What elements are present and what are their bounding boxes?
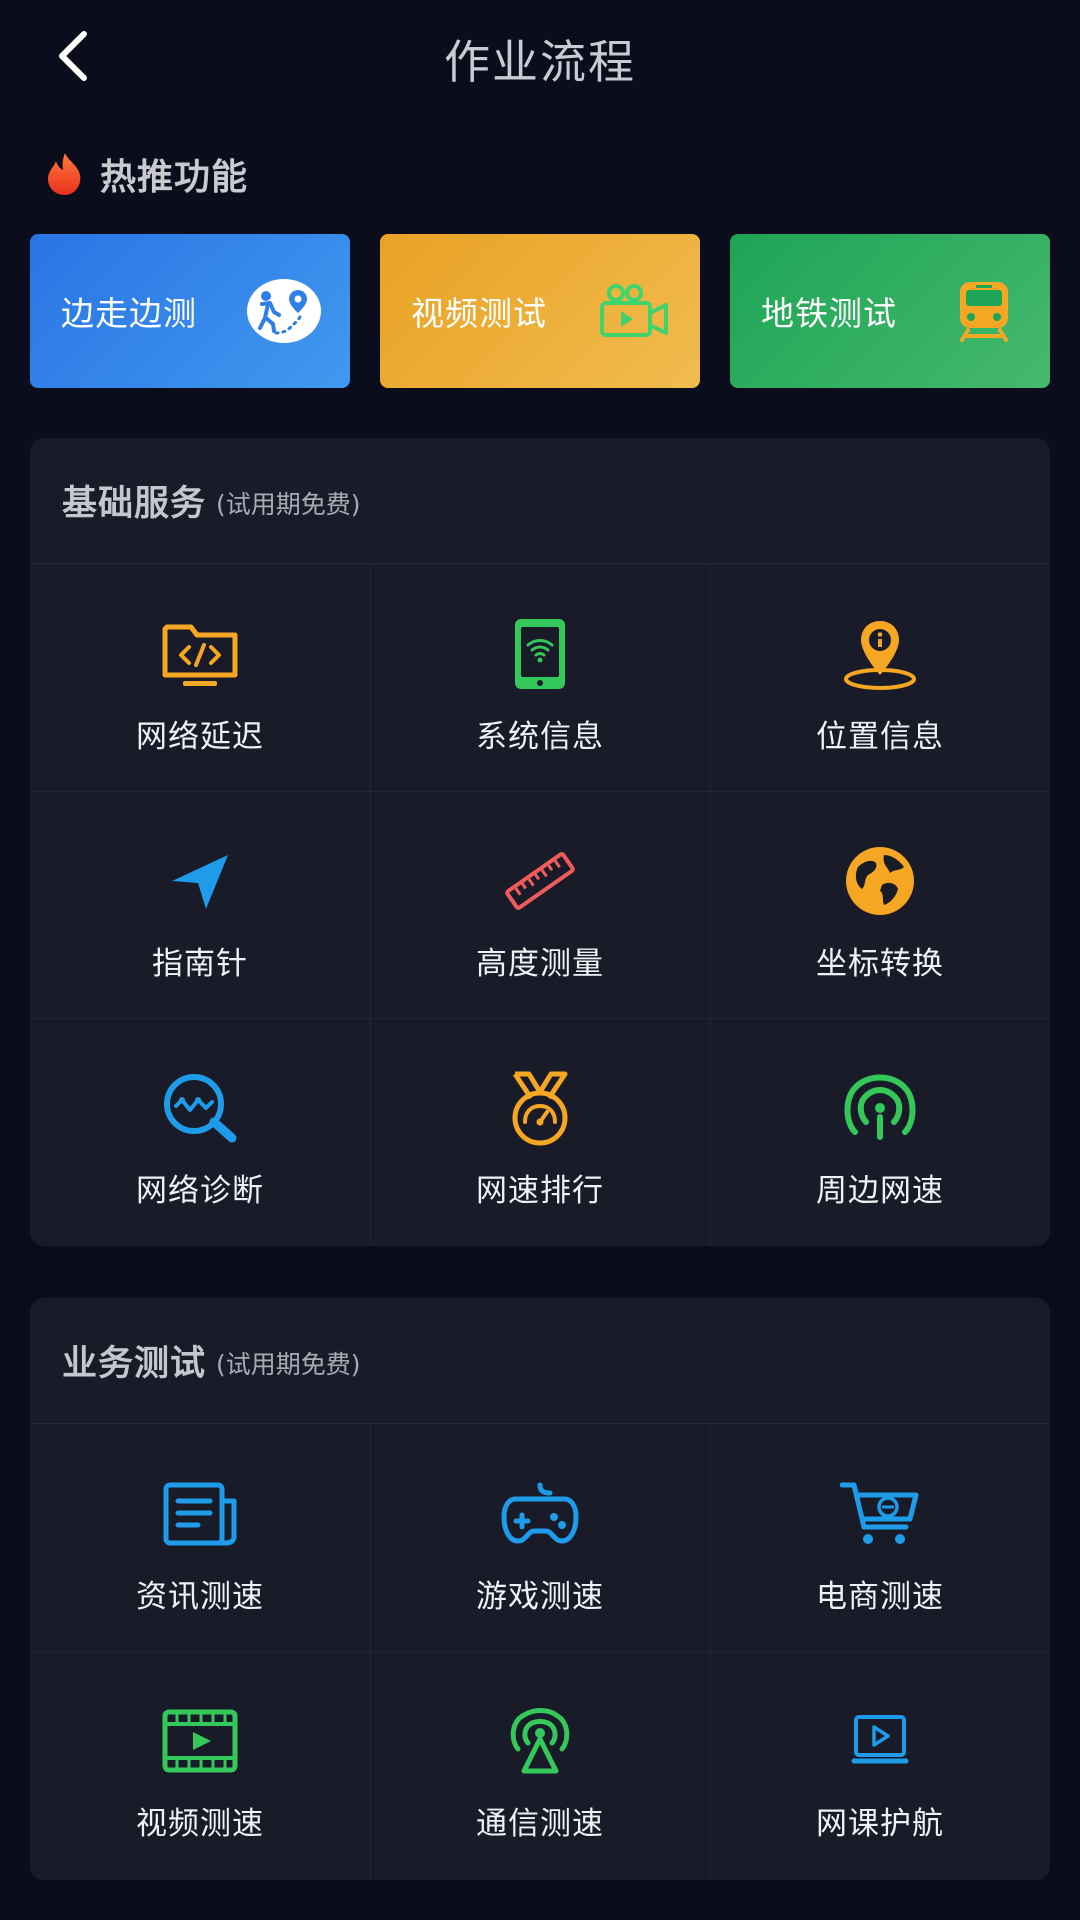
broadcast-tower-icon bbox=[370, 1701, 710, 1781]
tile-label: 坐标转换 bbox=[816, 946, 944, 982]
signal-antenna-icon bbox=[710, 1068, 1050, 1148]
video-test-label: 视频测试 bbox=[411, 294, 547, 333]
tile-label: 指南针 bbox=[152, 946, 248, 982]
tile-height-measure[interactable]: 高度测量 bbox=[370, 791, 710, 1018]
online-class-icon bbox=[710, 1701, 1050, 1781]
subway-test-label: 地铁测试 bbox=[761, 294, 897, 333]
shopping-cart-icon bbox=[710, 1474, 1050, 1554]
flame-icon bbox=[48, 153, 81, 195]
tile-label: 网络诊断 bbox=[136, 1173, 264, 1209]
tile-label: 游戏测速 bbox=[476, 1579, 604, 1615]
code-folder-icon bbox=[30, 614, 370, 694]
tile-label: 电商测速 bbox=[816, 1579, 944, 1615]
subway-train-icon bbox=[946, 276, 1022, 346]
tile-label: 高度测量 bbox=[476, 946, 604, 982]
video-test-card[interactable]: 视频测试 bbox=[380, 234, 700, 388]
globe-icon bbox=[710, 841, 1050, 921]
tile-label: 网络延迟 bbox=[136, 719, 264, 755]
tile-video-speed[interactable]: 视频测速 bbox=[30, 1651, 370, 1878]
tile-compass[interactable]: 指南针 bbox=[30, 791, 370, 1018]
tile-label: 周边网速 bbox=[816, 1173, 944, 1209]
tile-news-speed[interactable]: 资讯测速 bbox=[30, 1424, 370, 1651]
tile-network-diagnosis[interactable]: 网络诊断 bbox=[30, 1018, 370, 1245]
tile-network-latency[interactable]: 网络延迟 bbox=[30, 564, 370, 791]
tile-game-speed[interactable]: 游戏测速 bbox=[370, 1424, 710, 1651]
tile-label: 系统信息 bbox=[476, 719, 604, 755]
hot-section-title: 热推功能 bbox=[42, 148, 248, 200]
tile-ecommerce-speed[interactable]: 电商测速 bbox=[710, 1424, 1050, 1651]
location-pin-icon bbox=[710, 614, 1050, 694]
film-icon bbox=[30, 1701, 370, 1781]
tile-system-info[interactable]: 系统信息 bbox=[370, 564, 710, 791]
tile-label: 视频测速 bbox=[136, 1806, 264, 1842]
basic-services-panel: 基础服务 (试用期免费) 网络延迟 系统信息 位置信息 指南针 高度测量 坐标转… bbox=[30, 438, 1050, 1246]
gamepad-icon bbox=[370, 1474, 710, 1554]
tile-nearby-speed[interactable]: 周边网速 bbox=[710, 1018, 1050, 1245]
subway-test-card[interactable]: 地铁测试 bbox=[730, 234, 1050, 388]
video-camera-icon bbox=[596, 276, 672, 346]
walk-test-card[interactable]: 边走边测 bbox=[30, 234, 350, 388]
tile-speed-ranking[interactable]: 网速排行 bbox=[370, 1018, 710, 1245]
walk-route-icon bbox=[246, 276, 322, 346]
header-bar: 作业流程 bbox=[0, 0, 1080, 112]
tile-location-info[interactable]: 位置信息 bbox=[710, 564, 1050, 791]
hot-cards: 边走边测 视频测试 地铁测试 bbox=[30, 234, 1050, 388]
basic-services-header: 基础服务 (试用期免费) bbox=[30, 438, 1050, 564]
magnifier-wave-icon bbox=[30, 1068, 370, 1148]
tile-label: 网速排行 bbox=[476, 1173, 604, 1209]
phone-wifi-icon bbox=[370, 614, 710, 694]
tile-online-class[interactable]: 网课护航 bbox=[710, 1651, 1050, 1878]
tile-label: 资讯测速 bbox=[136, 1579, 264, 1615]
hot-section-label: 热推功能 bbox=[100, 157, 249, 198]
business-tests-panel: 业务测试 (试用期免费) 资讯测速 游戏测速 电商测速 视频测速 通信测速 网课… bbox=[30, 1298, 1050, 1880]
tile-label: 位置信息 bbox=[816, 719, 944, 755]
business-tests-title: 业务测试 bbox=[62, 1344, 207, 1384]
compass-arrow-icon bbox=[30, 841, 370, 921]
walk-test-label: 边走边测 bbox=[61, 294, 197, 333]
tile-label: 网课护航 bbox=[816, 1806, 944, 1842]
tile-comm-speed[interactable]: 通信测速 bbox=[370, 1651, 710, 1878]
basic-services-title: 基础服务 bbox=[62, 484, 207, 524]
business-tests-subtitle: (试用期免费) bbox=[216, 1349, 361, 1379]
ruler-icon bbox=[370, 841, 710, 921]
page-title: 作业流程 bbox=[444, 35, 636, 89]
business-tests-header: 业务测试 (试用期免费) bbox=[30, 1298, 1050, 1424]
basic-services-subtitle: (试用期免费) bbox=[216, 489, 361, 519]
medal-gauge-icon bbox=[370, 1068, 710, 1148]
news-icon bbox=[30, 1474, 370, 1554]
tile-coordinate-convert[interactable]: 坐标转换 bbox=[710, 791, 1050, 1018]
tile-label: 通信测速 bbox=[476, 1806, 604, 1842]
